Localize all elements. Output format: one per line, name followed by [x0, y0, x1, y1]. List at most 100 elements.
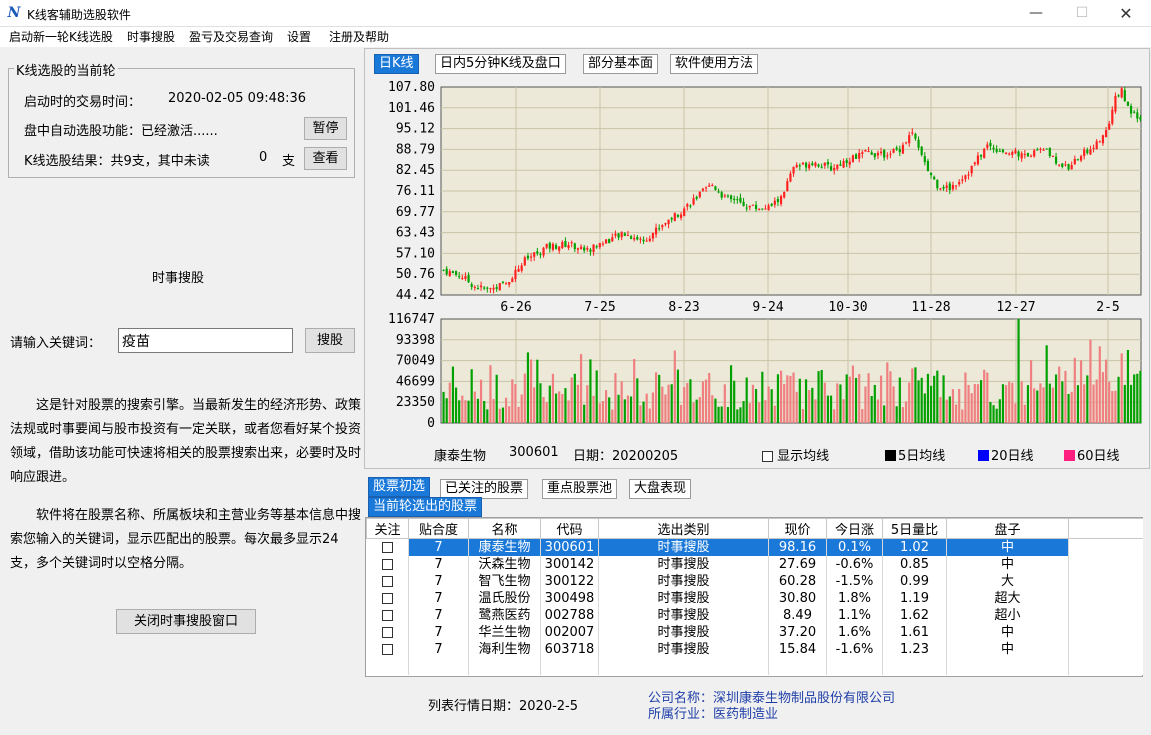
show-ma-label: 显示均线 — [777, 449, 830, 464]
candle-body — [658, 228, 661, 230]
tab-fundamentals[interactable]: 部分基本面 — [583, 54, 659, 74]
watch-cell[interactable] — [366, 556, 409, 573]
watch-checkbox[interactable] — [381, 627, 393, 638]
tab-daily-kline[interactable]: 日K线 — [374, 54, 419, 74]
menu-settings[interactable]: 设置 — [287, 28, 311, 45]
volume-bar — [904, 401, 908, 423]
show-ma-check[interactable] — [762, 451, 773, 462]
table-row[interactable]: 7 华兰生物 002007 时事搜股 37.20 1.6% 1.61 中 — [366, 624, 1143, 641]
col-code[interactable]: 代码 — [540, 518, 599, 539]
menu-start-new-round[interactable]: 启动新一轮K线选股 — [9, 28, 113, 45]
watch-cell[interactable] — [366, 573, 409, 590]
watch-cell[interactable] — [366, 641, 409, 658]
menu-profit-query[interactable]: 盈亏及交易查询 — [189, 28, 273, 45]
tab-intraday-kline[interactable]: 日内5分钟K线及盘口 — [435, 54, 566, 74]
watch-cell[interactable] — [366, 624, 409, 641]
menu-help[interactable]: 注册及帮助 — [329, 28, 389, 45]
candle-body — [998, 150, 1001, 152]
menu-news-search[interactable]: 时事搜股 — [127, 28, 175, 45]
table-row[interactable]: 7 鹭燕医药 002788 时事搜股 8.49 1.1% 1.62 超小 — [366, 607, 1143, 624]
close-window-button[interactable]: ✕ — [1103, 0, 1149, 27]
change-cell: -1.6% — [826, 641, 883, 658]
volume-bar — [1014, 403, 1017, 423]
tab-software-usage[interactable]: 软件使用方法 — [670, 54, 759, 74]
col-change[interactable]: 今日涨 — [826, 518, 883, 539]
volume-bar — [745, 377, 748, 423]
candle-body — [823, 162, 826, 166]
size-cell: 中 — [946, 641, 1069, 658]
search-button[interactable]: 搜股 — [305, 328, 355, 353]
category-cell: 时事搜股 — [598, 573, 769, 590]
volume-tick-label: 116747 — [388, 312, 435, 327]
volume-bar — [989, 402, 992, 423]
table-row[interactable]: 7 康泰生物 300601 时事搜股 98.16 0.1% 1.02 中 — [366, 538, 1143, 556]
candle-body — [701, 188, 705, 191]
volume-bar — [583, 404, 586, 423]
col-fit[interactable]: 贴合度 — [408, 518, 469, 539]
table-row[interactable]: 7 海利生物 603718 时事搜股 15.84 -1.6% 1.23 中 — [366, 641, 1143, 658]
candle-body — [548, 242, 551, 249]
watch-checkbox[interactable] — [381, 559, 393, 570]
minimize-button[interactable]: — — [1013, 0, 1059, 27]
maximize-button[interactable]: ☐ — [1059, 0, 1105, 27]
col-category[interactable]: 选出类别 — [598, 518, 769, 539]
change-cell: -0.6% — [826, 556, 883, 573]
col-size[interactable]: 盘子 — [946, 518, 1069, 539]
x-tick-label: 9-24 — [752, 300, 783, 315]
table-row[interactable]: 7 沃森生物 300142 时事搜股 27.69 -0.6% 0.85 中 — [366, 556, 1143, 573]
watch-checkbox[interactable] — [381, 593, 393, 604]
change-cell: 1.6% — [826, 624, 883, 641]
empty-cell — [1069, 607, 1143, 624]
candle-body — [726, 195, 730, 197]
ma60-label: 60日线 — [1077, 449, 1120, 464]
candle-body — [898, 149, 901, 153]
tab-key-pool[interactable]: 重点股票池 — [542, 479, 618, 499]
candle-body — [936, 179, 939, 189]
volume-bar — [708, 372, 711, 423]
tab-market-performance[interactable]: 大盘表现 — [629, 479, 692, 499]
watch-checkbox[interactable] — [381, 644, 393, 655]
candle-body — [904, 142, 908, 144]
col-price[interactable]: 现价 — [768, 518, 827, 539]
view-button[interactable]: 查看 — [304, 147, 347, 170]
close-search-window-button[interactable]: 关闭时事搜股窗口 — [116, 609, 256, 634]
candle-body — [598, 243, 601, 248]
volume-bar — [589, 359, 592, 423]
candle-body — [923, 156, 926, 163]
volume-bar — [608, 397, 611, 423]
candle-body — [589, 249, 592, 252]
watch-checkbox[interactable] — [381, 542, 393, 553]
watch-cell[interactable] — [366, 538, 409, 556]
candle-body — [861, 152, 864, 155]
show-ma-checkbox[interactable]: 显示均线 — [762, 445, 829, 464]
watch-checkbox[interactable] — [381, 576, 393, 587]
tab-current-round-stocks[interactable]: 当前轮选出的股票 — [368, 497, 483, 517]
candle-body — [758, 208, 761, 210]
candle-body — [870, 152, 873, 155]
empty-cell — [1069, 573, 1143, 590]
candle-body — [795, 164, 798, 168]
watch-cell[interactable] — [366, 590, 409, 607]
candle-body — [720, 192, 723, 198]
volume-bar — [917, 380, 920, 423]
candle-body — [667, 219, 670, 225]
volume-bar — [1067, 394, 1070, 423]
table-row[interactable]: 7 智飞生物 300122 时事搜股 60.28 -1.5% 0.99 大 — [366, 573, 1143, 590]
col-watch[interactable]: 关注 — [366, 518, 409, 539]
col-volume-ratio[interactable]: 5日量比 — [882, 518, 947, 539]
keyword-input[interactable] — [118, 328, 293, 353]
pause-button[interactable]: 暂停 — [304, 117, 347, 140]
col-name[interactable]: 名称 — [468, 518, 541, 539]
candle-body — [964, 175, 967, 180]
table-row[interactable]: 7 温氏股份 300498 时事搜股 30.80 1.8% 1.19 超大 — [366, 590, 1143, 607]
tab-initial-selection[interactable]: 股票初选 — [368, 477, 431, 497]
tab-watched-stocks[interactable]: 已关注的股票 — [440, 479, 529, 499]
watch-checkbox[interactable] — [381, 610, 393, 621]
ma60-swatch — [1064, 450, 1075, 461]
volume-bar — [714, 398, 717, 423]
start-time-label: 启动时的交易时间： — [24, 95, 142, 110]
volume-bar — [701, 381, 705, 423]
watch-cell[interactable] — [366, 607, 409, 624]
candle-body — [1011, 151, 1014, 156]
candle-body — [845, 160, 848, 163]
